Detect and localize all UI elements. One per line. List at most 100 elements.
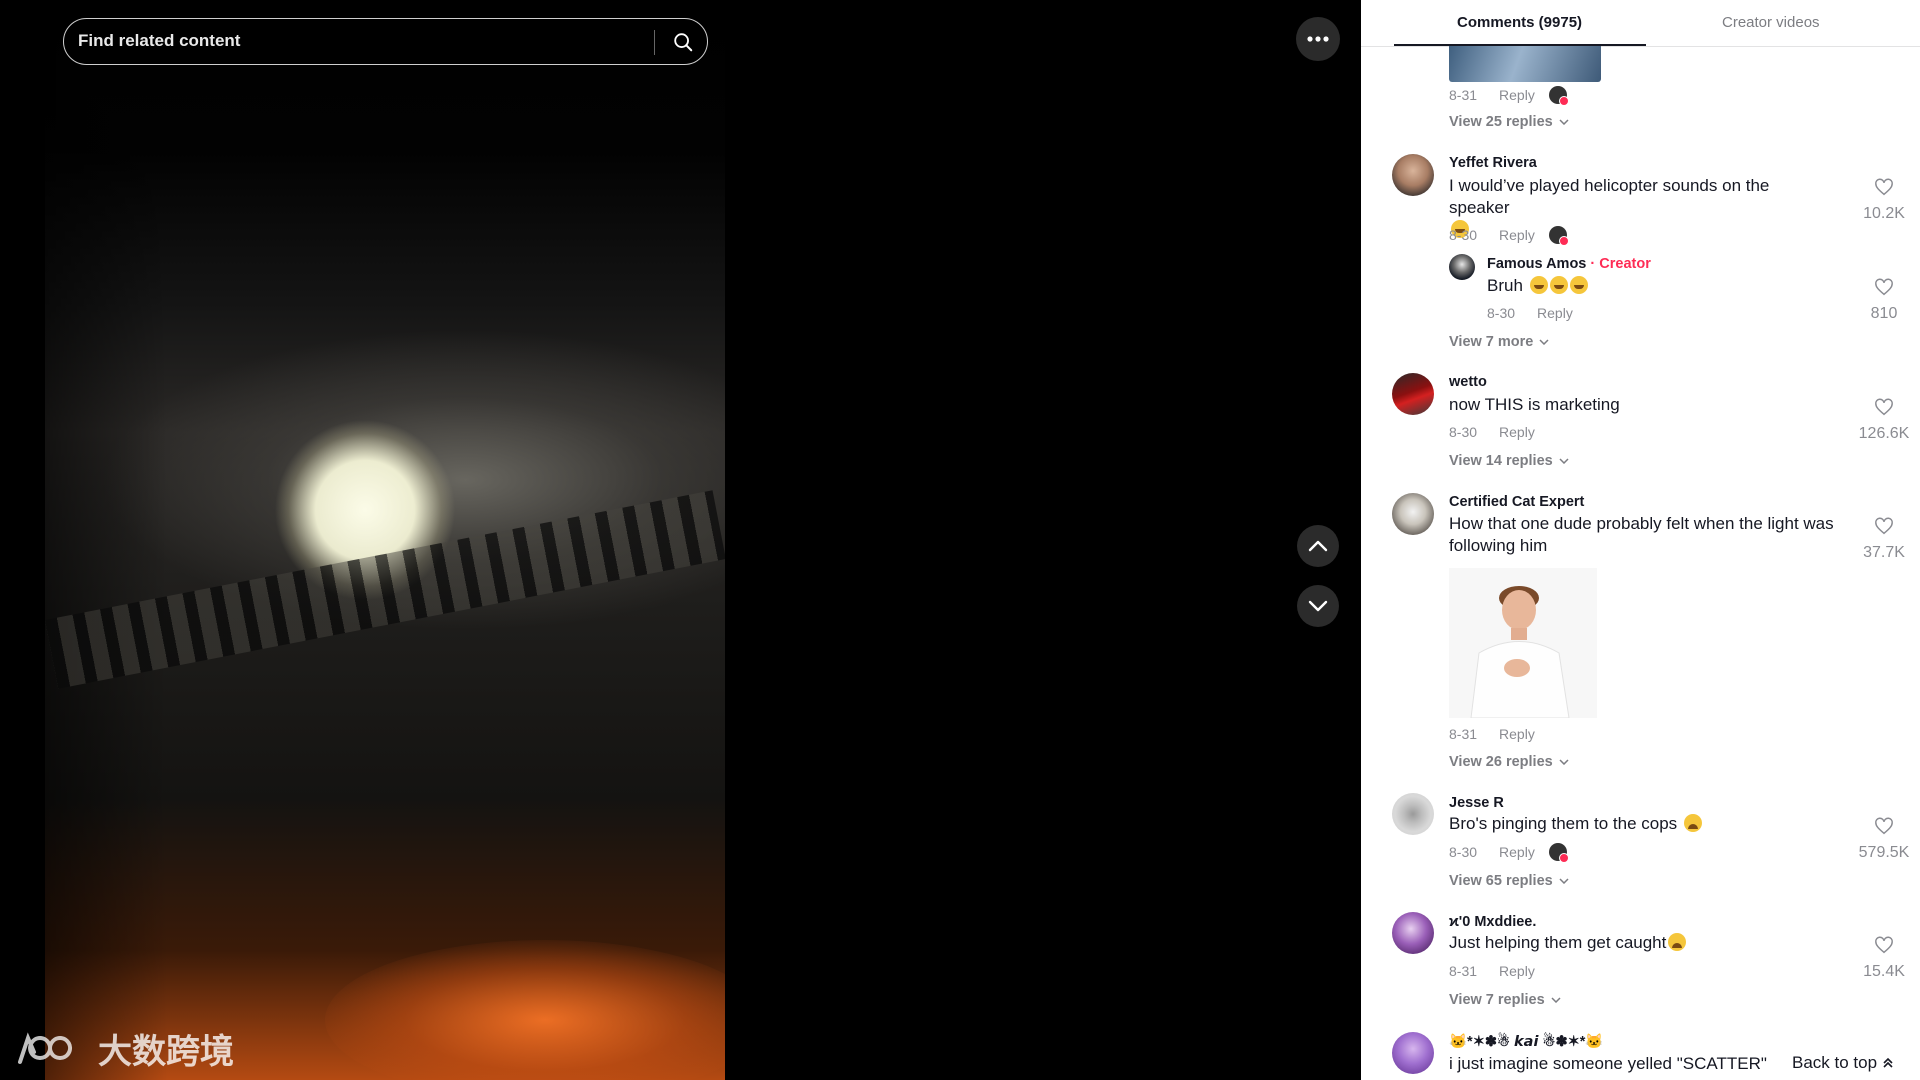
previous-video-button[interactable] bbox=[1297, 525, 1339, 567]
comment-username[interactable]: Jesse R bbox=[1449, 795, 1504, 811]
reply-button[interactable]: Reply bbox=[1499, 227, 1535, 243]
like-count: 37.7K bbox=[1863, 544, 1905, 561]
avatar[interactable] bbox=[1392, 793, 1434, 835]
reply-meta: 8-30 Reply bbox=[1487, 305, 1573, 321]
avatar[interactable] bbox=[1392, 493, 1434, 535]
avatar[interactable] bbox=[1392, 912, 1434, 954]
view-replies-button[interactable]: View 7 replies bbox=[1449, 992, 1561, 1008]
laughing-emoji-icon bbox=[1529, 276, 1548, 294]
reply-button[interactable]: Reply bbox=[1499, 726, 1535, 742]
gif-person-illustration bbox=[1449, 568, 1597, 718]
search-button[interactable] bbox=[664, 25, 702, 59]
view-replies-label: View 7 replies bbox=[1449, 992, 1545, 1008]
search-bar bbox=[63, 18, 708, 65]
reply-button[interactable]: Reply bbox=[1499, 424, 1535, 440]
comment-text-line2: following him bbox=[1449, 536, 1548, 555]
reply-button[interactable]: Reply bbox=[1537, 305, 1573, 321]
avatar[interactable] bbox=[1392, 373, 1434, 415]
chevron-down-icon bbox=[1539, 339, 1549, 345]
comment-text: i just imagine someone yelled "SCATTER" bbox=[1449, 1053, 1767, 1075]
reply-date: 8-30 bbox=[1487, 305, 1516, 321]
crying-emoji-icon bbox=[1668, 933, 1687, 951]
search-divider bbox=[654, 30, 655, 55]
like-button[interactable]: 810 bbox=[1854, 278, 1914, 323]
reply-text: Bruh bbox=[1487, 275, 1588, 297]
comment-text-content: now THIS is marketing bbox=[1449, 395, 1620, 414]
view-replies-button[interactable]: View 26 replies bbox=[1449, 754, 1569, 770]
comment-meta: 8-31 Reply bbox=[1449, 726, 1535, 742]
search-input[interactable] bbox=[78, 27, 638, 55]
avatar[interactable] bbox=[1392, 1032, 1434, 1074]
comment-username[interactable]: ϰ'0 Mxddiee. bbox=[1449, 914, 1536, 930]
view-replies-label: View 25 replies bbox=[1449, 114, 1553, 130]
view-replies-button[interactable]: View 14 replies bbox=[1449, 453, 1569, 469]
comment-date: 8-30 bbox=[1449, 844, 1478, 860]
more-options-button[interactable] bbox=[1296, 17, 1340, 61]
like-button[interactable]: 15.4K bbox=[1854, 936, 1914, 981]
video-area: 大数跨境 bbox=[0, 0, 1361, 1080]
comment-meta: 8-31 Reply bbox=[1449, 963, 1535, 979]
video-player[interactable] bbox=[45, 0, 725, 1080]
view-replies-button[interactable]: View 25 replies bbox=[1449, 114, 1569, 130]
comment-meta: 8-31 Reply bbox=[1449, 86, 1569, 106]
chevron-down-icon bbox=[1559, 458, 1569, 464]
more-horizontal-icon bbox=[1307, 36, 1329, 42]
comment-meta: 8-30 Reply bbox=[1449, 226, 1569, 246]
comment-text: Just helping them get caught bbox=[1449, 932, 1687, 954]
view-replies-button[interactable]: View 65 replies bbox=[1449, 873, 1569, 889]
chevron-up-icon bbox=[1308, 540, 1328, 552]
comment-text: How that one dude probably felt when the… bbox=[1449, 513, 1859, 557]
double-chevron-up-icon bbox=[1883, 1057, 1893, 1068]
reply-text-content: Bruh bbox=[1487, 276, 1523, 295]
comment-text-content: i just imagine someone yelled "SCATTER" bbox=[1449, 1054, 1767, 1073]
view-replies-label: View 14 replies bbox=[1449, 453, 1553, 469]
reply-username[interactable]: Famous Amos · Creator bbox=[1487, 256, 1651, 272]
like-button[interactable]: 126.6K bbox=[1854, 398, 1914, 443]
view-replies-label: View 26 replies bbox=[1449, 754, 1553, 770]
comment-date: 8-30 bbox=[1449, 424, 1478, 440]
avatar[interactable] bbox=[1392, 154, 1434, 196]
chevron-down-icon bbox=[1551, 997, 1561, 1003]
like-count: 10.2K bbox=[1863, 205, 1905, 222]
chevron-down-icon bbox=[1308, 600, 1328, 612]
chevron-down-icon bbox=[1559, 119, 1569, 125]
avatar[interactable] bbox=[1449, 254, 1475, 280]
next-video-button[interactable] bbox=[1297, 585, 1339, 627]
heart-icon bbox=[1875, 278, 1893, 296]
comment-text-content: Just helping them get caught bbox=[1449, 933, 1667, 952]
reply-button[interactable]: Reply bbox=[1499, 963, 1535, 979]
tab-creator-videos[interactable]: Creator videos bbox=[1722, 14, 1820, 31]
like-button[interactable]: 37.7K bbox=[1854, 517, 1914, 562]
back-to-top-label: Back to top bbox=[1792, 1053, 1878, 1072]
comment-meta: 8-30 Reply bbox=[1449, 843, 1569, 863]
like-count: 810 bbox=[1870, 305, 1898, 322]
comment-username[interactable]: Certified Cat Expert bbox=[1449, 494, 1584, 510]
reply-button[interactable]: Reply bbox=[1499, 87, 1535, 103]
panel-tabs: Comments (9975) Creator videos bbox=[1361, 0, 1920, 47]
view-replies-label: View 65 replies bbox=[1449, 873, 1553, 889]
crying-emoji-icon bbox=[1683, 814, 1702, 832]
search-icon bbox=[674, 33, 693, 52]
comments-panel: Comments (9975) Creator videos 8-31 Repl… bbox=[1361, 0, 1920, 1080]
creator-liked-avatar bbox=[1548, 843, 1569, 863]
comment-gif-image[interactable] bbox=[1449, 568, 1597, 718]
comment-image-thumbnail[interactable] bbox=[1449, 46, 1601, 82]
like-button[interactable]: 10.2K bbox=[1854, 178, 1914, 223]
comment-date: 8-31 bbox=[1449, 963, 1478, 979]
comment-date: 8-31 bbox=[1449, 87, 1478, 103]
back-to-top-button[interactable]: Back to top bbox=[1792, 1048, 1912, 1078]
heart-icon bbox=[1875, 178, 1893, 196]
reply-button[interactable]: Reply bbox=[1499, 844, 1535, 860]
tab-comments[interactable]: Comments (9975) bbox=[1457, 14, 1582, 31]
comment-username[interactable]: Yeffet Rivera bbox=[1449, 155, 1537, 171]
like-button[interactable]: 579.5K bbox=[1854, 817, 1914, 862]
comment-text-line1: How that one dude probably felt when the… bbox=[1449, 514, 1834, 533]
comment-username[interactable]: wetto bbox=[1449, 374, 1487, 390]
comment-text-content: I would’ve played helicopter sounds on t… bbox=[1449, 176, 1770, 217]
heart-icon bbox=[1875, 398, 1893, 416]
laughing-emoji-icon bbox=[1549, 276, 1568, 294]
creator-tag: · Creator bbox=[1586, 256, 1651, 272]
view-more-button[interactable]: View 7 more bbox=[1449, 334, 1549, 350]
comment-username[interactable]: 🐱*✶✽☃ 𝙠𝙖𝙞 ☃✽✶*🐱 bbox=[1449, 1033, 1603, 1050]
heart-icon bbox=[1875, 517, 1893, 535]
